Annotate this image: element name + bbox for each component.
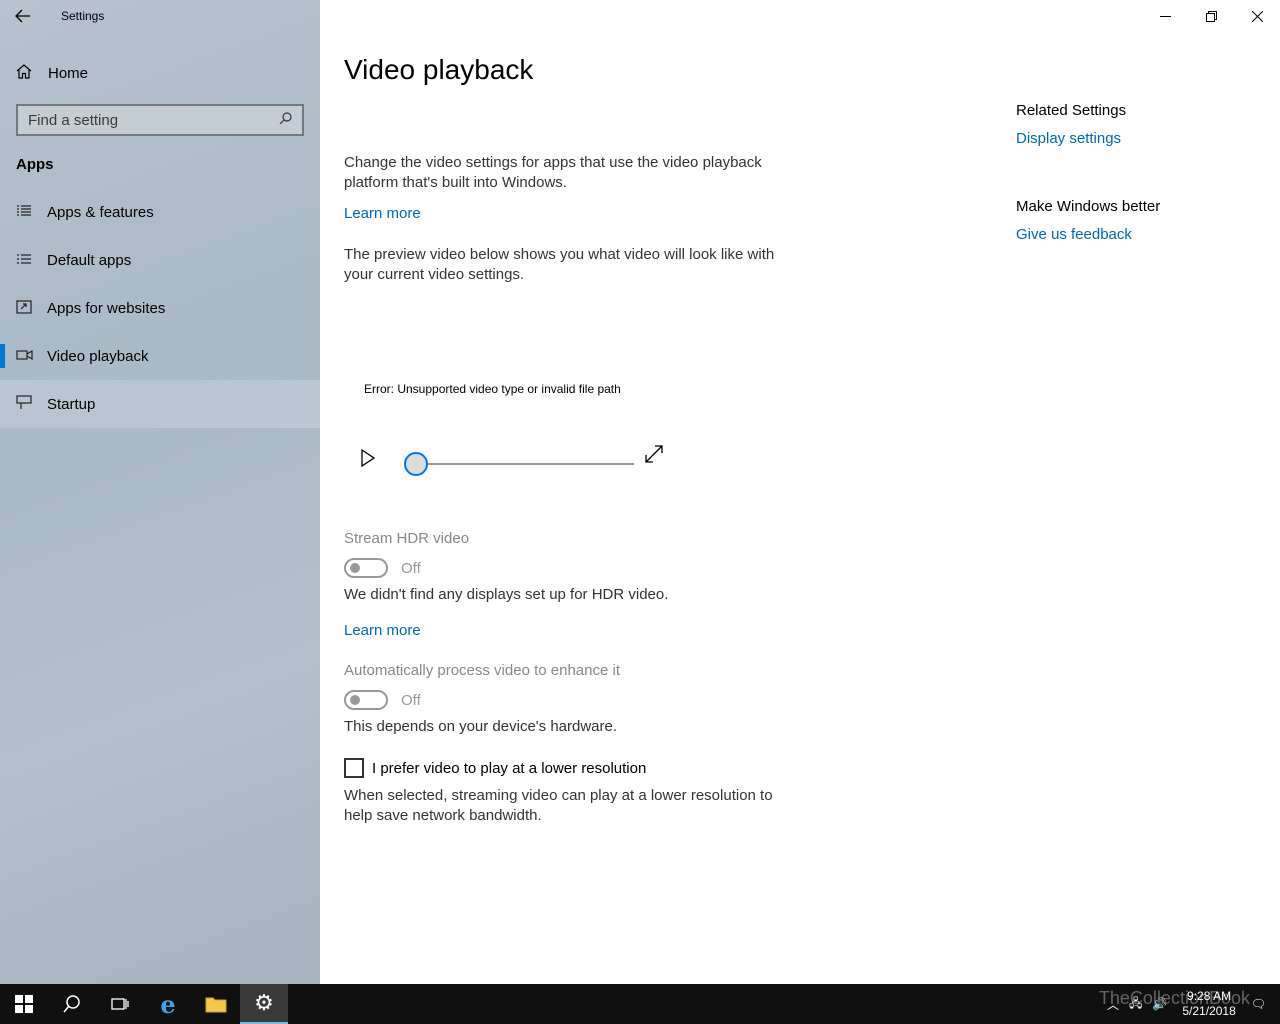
make-windows-better-header: Make Windows better <box>1016 198 1161 215</box>
chevron-up-icon[interactable]: ︿ <box>1107 996 1119 1013</box>
taskbar: e ⚙ TheCollectionBook ︿ 🖧 🔊 9:28 AM 5/21… <box>0 984 1280 1024</box>
settings-taskbar-icon[interactable]: ⚙ <box>240 984 288 1024</box>
edge-browser-icon[interactable]: e <box>144 984 192 1024</box>
sidebar-item-startup[interactable]: Startup <box>0 380 320 428</box>
sidebar-item-label: Default apps <box>47 251 132 269</box>
default-apps-icon <box>16 252 34 269</box>
sidebar-nav: Apps & features Default apps Apps for we… <box>0 188 320 428</box>
intro-text: Change the video settings for apps that … <box>344 154 762 191</box>
search-icon[interactable] <box>279 112 292 128</box>
home-nav-item[interactable]: Home <box>0 56 320 90</box>
window-controls <box>1142 0 1280 32</box>
enhance-label: Automatically process video to enhance i… <box>344 662 620 679</box>
notification-icon[interactable]: 🗨 <box>1251 997 1266 1011</box>
search-input[interactable] <box>28 111 279 129</box>
clock-date: 5/21/2018 <box>1182 1004 1236 1018</box>
feedback-link[interactable]: Give us feedback <box>1016 226 1132 243</box>
apps-features-icon <box>16 204 34 221</box>
back-arrow-icon[interactable] <box>0 0 46 32</box>
sidebar-item-apps-features[interactable]: Apps & features <box>0 188 320 236</box>
close-icon[interactable] <box>1234 0 1280 32</box>
play-icon[interactable] <box>358 446 378 470</box>
file-explorer-icon[interactable] <box>192 984 240 1024</box>
sidebar-item-label: Apps for websites <box>47 299 166 317</box>
hdr-toggle-row: Off <box>344 558 421 578</box>
sidebar-item-apps-websites[interactable]: Apps for websites <box>0 284 320 332</box>
title-bar: Settings <box>0 0 320 32</box>
volume-icon[interactable]: 🔊 <box>1152 997 1167 1011</box>
hdr-learn-more-link[interactable]: Learn more <box>344 622 421 639</box>
system-tray: ︿ 🖧 🔊 9:28 AM 5/21/2018 🗨 <box>1102 984 1280 1024</box>
start-icon[interactable] <box>0 984 48 1024</box>
hdr-toggle-state: Off <box>401 559 421 577</box>
related-settings-header: Related Settings <box>1016 102 1127 119</box>
task-view-icon[interactable] <box>96 984 144 1024</box>
hdr-description: We didn't find any displays set up for H… <box>344 586 669 603</box>
sidebar: Settings Home Apps Apps & features Defau… <box>0 0 320 984</box>
sidebar-item-label: Apps & features <box>47 203 154 221</box>
enhance-toggle[interactable] <box>344 690 388 710</box>
enhance-description: This depends on your device's hardware. <box>344 718 618 735</box>
enhance-toggle-row: Off <box>344 690 421 710</box>
fullscreen-icon[interactable] <box>644 444 668 468</box>
apps-websites-icon <box>16 299 34 317</box>
minimize-icon[interactable] <box>1142 0 1188 32</box>
restore-icon[interactable] <box>1188 0 1234 32</box>
learn-more-link[interactable]: Learn more <box>344 205 421 222</box>
home-label: Home <box>48 64 89 82</box>
sidebar-item-default-apps[interactable]: Default apps <box>0 236 320 284</box>
sidebar-item-video-playback[interactable]: Video playback <box>0 332 320 380</box>
section-label: Apps <box>16 156 54 173</box>
hdr-toggle[interactable] <box>344 558 388 578</box>
clock-time: 9:28 AM <box>1187 989 1232 1003</box>
display-settings-link[interactable]: Display settings <box>1016 130 1121 147</box>
video-icon <box>16 349 34 364</box>
home-icon <box>16 63 34 83</box>
sidebar-item-label: Video playback <box>47 347 149 365</box>
app-title: Settings <box>61 9 105 23</box>
page-title: Video playback <box>344 54 534 85</box>
sidebar-item-label: Startup <box>47 395 96 413</box>
low-res-description: When selected, streaming video can play … <box>344 787 773 824</box>
hdr-label: Stream HDR video <box>344 530 470 547</box>
search-taskbar-icon[interactable] <box>48 984 96 1024</box>
network-icon[interactable]: 🖧 <box>1129 994 1142 1015</box>
low-res-checkbox[interactable] <box>344 758 364 778</box>
startup-icon <box>16 395 34 413</box>
enhance-toggle-state: Off <box>401 691 421 709</box>
low-res-row[interactable]: I prefer video to play at a lower resolu… <box>344 758 646 778</box>
video-error-text: Error: Unsupported video type or invalid… <box>364 382 621 396</box>
seek-thumb[interactable] <box>404 452 428 476</box>
low-res-label[interactable]: I prefer video to play at a lower resolu… <box>372 760 646 777</box>
seek-track[interactable] <box>416 463 634 465</box>
search-box[interactable] <box>16 104 304 136</box>
preview-text: The preview video below shows you what v… <box>344 246 775 283</box>
clock[interactable]: 9:28 AM 5/21/2018 <box>1182 989 1235 1019</box>
video-player <box>358 444 678 484</box>
